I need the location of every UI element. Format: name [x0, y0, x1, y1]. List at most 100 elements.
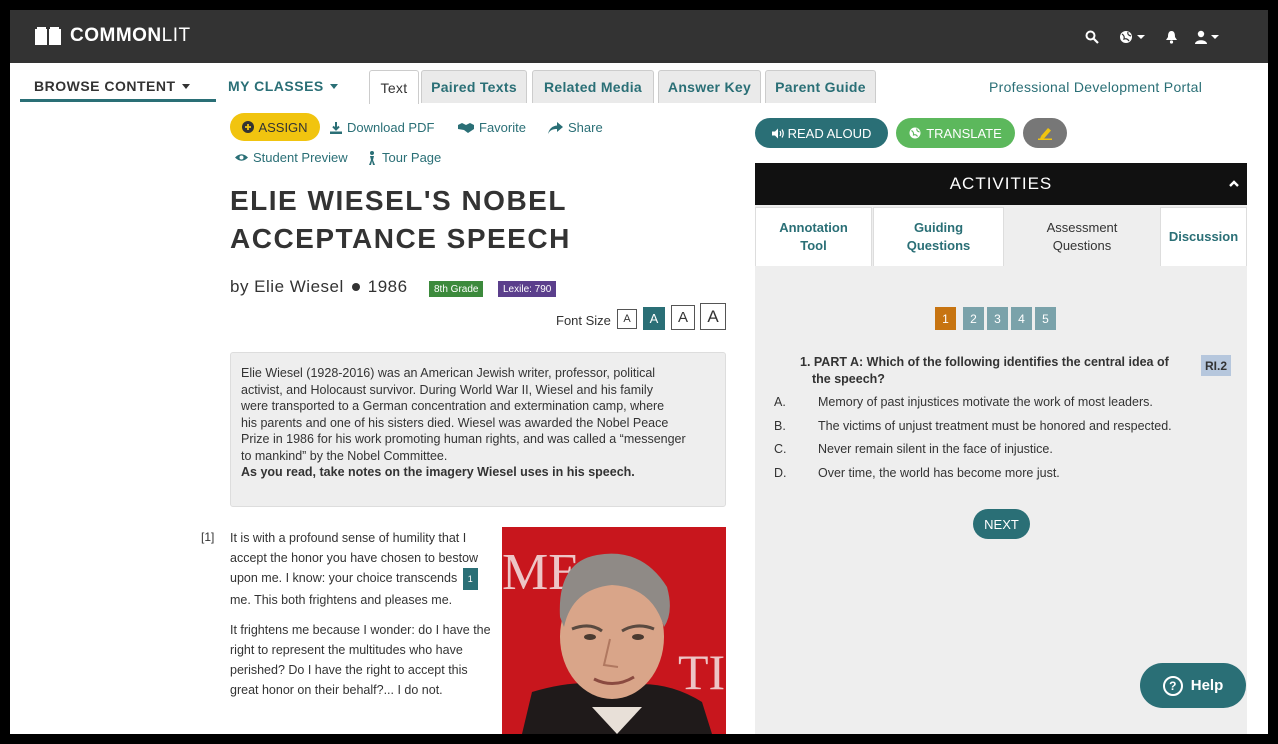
download-pdf-link[interactable]: Download PDF	[330, 120, 434, 135]
byline: by Elie Wiesel 1986	[230, 277, 408, 297]
answer-option-c[interactable]: C. Never remain silent in the face of in…	[774, 442, 1053, 456]
intro-line: were transported to a German concentrati…	[241, 399, 665, 413]
logo[interactable]: COMMON LIT	[34, 25, 191, 47]
download-pdf-label: Download PDF	[347, 120, 435, 135]
standard-badge: RI.2	[1201, 355, 1231, 376]
paragraph-2[interactable]: It frightens me because I wonder: do I h…	[230, 620, 498, 700]
tab-related-media[interactable]: Related Media	[532, 70, 654, 103]
next-button[interactable]: NEXT	[973, 509, 1030, 539]
chevron-up-icon[interactable]	[1229, 179, 1239, 189]
option-text: Over time, the world has become more jus…	[818, 466, 1060, 480]
paragraph-1-end: me. This both frightens and pleases me.	[230, 593, 453, 607]
year: 1986	[367, 277, 408, 296]
lexile-badge: Lexile: 790	[498, 281, 557, 297]
student-preview-link[interactable]: Student Preview	[235, 150, 348, 165]
paragraph-1[interactable]: It is with a profound sense of humility …	[230, 528, 498, 610]
read-aloud-label: READ ALOUD	[787, 125, 872, 141]
translate-button[interactable]: TRANSLATE	[896, 118, 1015, 148]
share-label: Share	[568, 120, 603, 135]
paragraph-number: [1]	[201, 530, 215, 544]
tour-page-label: Tour Page	[382, 150, 442, 165]
option-text: Never remain silent in the face of injus…	[818, 442, 1053, 456]
assign-label: ASSIGN	[258, 119, 308, 135]
intro-box: Elie Wiesel (1928-2016) was an American …	[230, 352, 726, 507]
help-label: Help	[1190, 677, 1224, 694]
globe-icon	[909, 127, 921, 139]
assessment-questions-label: Assessment Questions	[1046, 219, 1118, 253]
separator-dot	[351, 283, 360, 291]
option-text: The victims of unjust treatment must be …	[818, 419, 1172, 433]
chevron-down-icon	[329, 83, 338, 89]
eye-icon	[235, 154, 248, 161]
answer-option-b[interactable]: B. The victims of unjust treatment must …	[774, 419, 1172, 433]
app-window: COMMON LIT BROWSE CONTENT MY CLASSES Text…	[10, 10, 1268, 734]
tab-assessment-questions[interactable]: Assessment Questions	[1005, 207, 1159, 266]
grade-badge: 8th Grade	[429, 281, 484, 297]
plus-circle-icon	[242, 121, 255, 133]
user-icon	[1195, 30, 1207, 44]
tab-text[interactable]: Text	[369, 70, 419, 104]
option-letter: B.	[774, 419, 786, 433]
title-line-2: ACCEPTANCE SPEECH	[230, 223, 571, 254]
assign-button[interactable]: ASSIGN	[230, 113, 320, 141]
search-icon[interactable]	[1085, 28, 1099, 46]
author: by Elie Wiesel	[230, 277, 344, 296]
read-aloud-button[interactable]: READ ALOUD	[755, 118, 888, 148]
answer-option-a[interactable]: A. Memory of past injustices motivate th…	[774, 395, 1153, 409]
browse-content-label: BROWSE CONTENT	[34, 78, 176, 94]
svg-text:TI: TI	[678, 644, 725, 700]
help-button[interactable]: ? Help	[1140, 663, 1246, 708]
tour-icon	[369, 150, 375, 165]
favorite-link[interactable]: Favorite	[458, 120, 526, 135]
font-size-xlarge-button[interactable]: A	[700, 303, 726, 330]
pencil-icon	[1038, 128, 1052, 140]
activities-title: ACTIVITIES	[949, 174, 1053, 193]
intro-line: Prize in 1986 for his work promoting hum…	[241, 432, 686, 446]
option-text: Memory of past injustices motivate the w…	[818, 395, 1153, 409]
question-number-button[interactable]: 3	[987, 307, 1008, 330]
tab-parent-guide[interactable]: Parent Guide	[765, 70, 876, 103]
footnote-marker[interactable]: 1	[462, 568, 478, 590]
question-number-button[interactable]: 1	[935, 307, 956, 330]
nav-row: BROWSE CONTENT MY CLASSES Text Paired Te…	[10, 63, 1268, 104]
font-size-medium-button[interactable]: A	[643, 307, 665, 330]
highlight-button[interactable]	[1023, 118, 1067, 148]
favorite-label: Favorite	[479, 120, 526, 135]
activities-header[interactable]: ACTIVITIES	[755, 163, 1247, 205]
logo-text-bold: COMMON	[70, 25, 162, 46]
font-size-large-button[interactable]: A	[671, 305, 695, 330]
translate-label: TRANSLATE	[926, 125, 1002, 141]
user-menu[interactable]	[1195, 28, 1219, 46]
intro-line: activist, and Holocaust survivor. During…	[241, 382, 653, 397]
option-letter: D.	[774, 466, 787, 480]
tour-page-link[interactable]: Tour Page	[367, 150, 441, 165]
option-letter: C.	[774, 442, 787, 456]
book-icon	[35, 27, 61, 45]
browse-content-menu[interactable]: BROWSE CONTENT	[34, 78, 190, 94]
my-classes-menu[interactable]: MY CLASSES	[228, 78, 338, 94]
intro-line: Elie Wiesel (1928-2016) was an American …	[241, 366, 656, 380]
question-number-button[interactable]: 2	[963, 307, 984, 330]
tab-paired-texts[interactable]: Paired Texts	[421, 70, 527, 103]
logo-text-light: LIT	[161, 25, 191, 46]
browse-underline	[20, 99, 216, 102]
intro-line: his parents and one of his sisters died.…	[241, 415, 669, 430]
tab-annotation-tool[interactable]: Annotation Tool	[755, 207, 872, 266]
bell-icon[interactable]	[1165, 28, 1178, 46]
annotation-tool-label: Annotation Tool	[779, 220, 848, 253]
intro-instruction: As you read, take notes on the imagery W…	[241, 465, 635, 479]
handshake-icon	[458, 123, 474, 133]
answer-option-d[interactable]: D. Over time, the world has become more …	[774, 466, 1060, 480]
share-link[interactable]: Share	[548, 120, 603, 135]
professional-development-link[interactable]: Professional Development Portal	[989, 79, 1202, 95]
author-photo: ME TI	[502, 527, 726, 734]
font-size-small-button[interactable]: A	[617, 309, 637, 329]
share-icon	[548, 121, 563, 134]
question-number-button[interactable]: 5	[1035, 307, 1056, 330]
question-number-button[interactable]: 4	[1011, 307, 1032, 330]
tab-answer-key[interactable]: Answer Key	[658, 70, 761, 103]
tab-guiding-questions[interactable]: Guiding Questions	[873, 207, 1004, 266]
globe-menu[interactable]	[1119, 28, 1145, 46]
tab-discussion[interactable]: Discussion	[1160, 207, 1247, 266]
chevron-down-icon	[181, 83, 190, 89]
